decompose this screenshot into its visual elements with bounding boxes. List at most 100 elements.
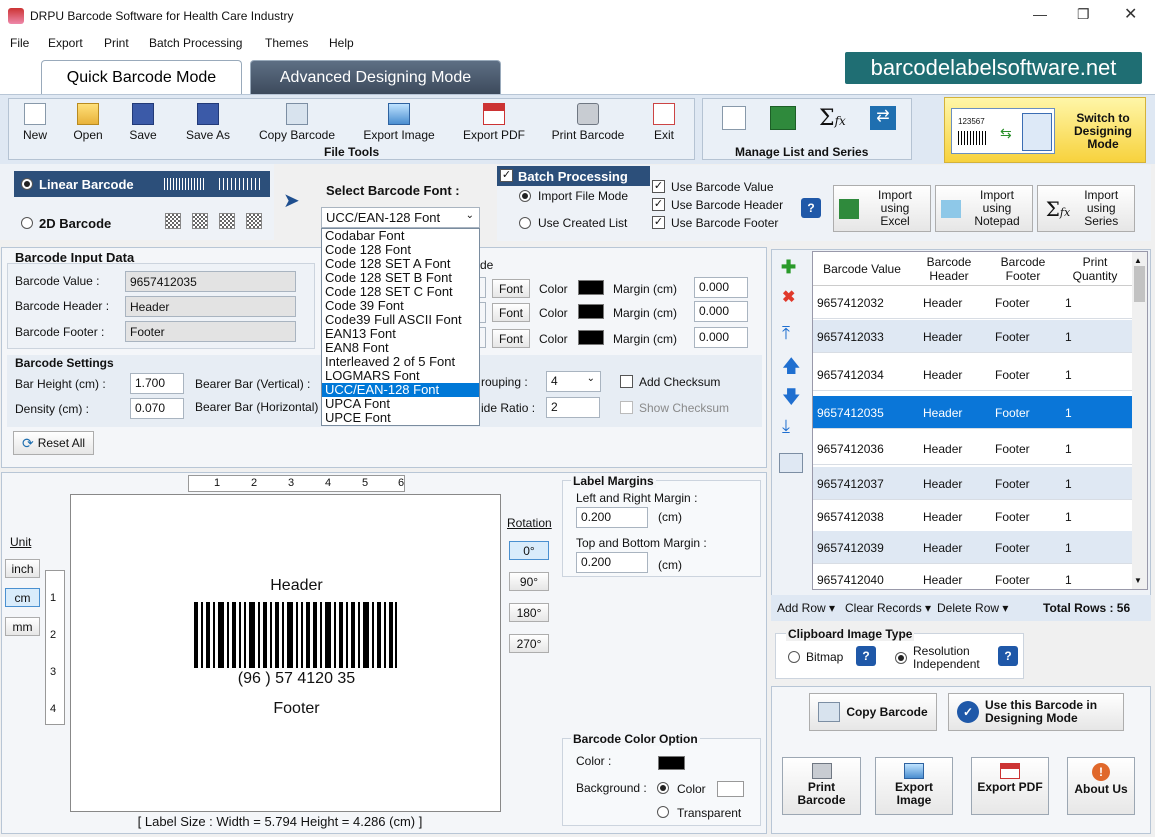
exit-button[interactable]: Exit [650,103,678,142]
copy-barcode-button[interactable]: Copy Barcode [809,693,937,731]
help-icon[interactable]: ? [801,198,821,218]
font-option[interactable]: EAN8 Font [322,341,479,355]
barcode-footer-input[interactable]: Footer [125,321,296,342]
font-option[interactable]: Code 128 SET A Font [322,257,479,271]
table-row[interactable]: 9657412034 Header Footer 1 [813,358,1132,391]
footer-margin-input[interactable]: 0.000 [694,327,748,348]
minimize-icon[interactable]: — [1033,6,1047,22]
scroll-up-icon[interactable]: ▲ [1134,256,1142,265]
col-barcode-header[interactable]: Barcode Header [917,255,981,283]
unit-mm-button[interactable]: mm [5,617,40,636]
print-barcode-button[interactable]: Print Barcode [547,103,629,142]
header-color-swatch[interactable] [578,280,604,295]
menu-help[interactable]: Help [329,36,354,50]
font-option[interactable]: EAN13 Font [322,327,479,341]
font-option[interactable]: Code 128 Font [322,243,479,257]
tb-margin-input[interactable]: 0.200 [576,552,648,573]
save-button[interactable]: Save [126,103,160,142]
export-image-button[interactable]: Export Image [875,757,953,815]
use-value-checkbox[interactable]: ✓ [652,180,665,193]
2d-radio[interactable] [21,217,33,229]
reset-all-button[interactable]: ⟳ Reset All [13,431,94,455]
copy-barcode-button[interactable]: Copy Barcode [254,103,340,142]
unit-cm-button[interactable]: cm [5,588,40,607]
excel-icon[interactable] [770,106,796,130]
font-option[interactable]: Code 128 SET B Font [322,271,479,285]
bitmap-radio[interactable] [788,651,800,663]
clear-records-dropdown[interactable]: Clear Records ▾ [845,601,931,615]
tab-quick-barcode-mode[interactable]: Quick Barcode Mode [41,60,242,94]
save-as-button[interactable]: Save As [181,103,235,142]
value-margin-input[interactable]: 0.000 [694,301,748,322]
use-created-radio[interactable] [519,217,531,229]
density-input[interactable]: 0.070 [130,398,184,419]
col-barcode-value[interactable]: Barcode Value [813,262,911,276]
ratio-input[interactable]: 2 [546,397,600,418]
font-select[interactable]: UCC/EAN-128 Font ⌄ [321,207,480,228]
add-checksum-checkbox[interactable] [620,375,633,388]
import-notepad-button[interactable]: Import using Notepad [935,185,1033,232]
value-font-button[interactable]: Font [492,303,530,322]
grid-scrollbar[interactable]: ▲ ▼ [1132,252,1147,589]
import-excel-button[interactable]: Import using Excel [833,185,931,232]
font-row-input-stub[interactable] [480,327,486,348]
import-series-button[interactable]: Σfx Import using Series [1037,185,1135,232]
barcode-value-input[interactable]: 9657412035 [125,271,296,292]
new-button[interactable]: New [18,103,52,142]
bar-height-input[interactable]: 1.700 [130,373,184,394]
barcode-preview[interactable]: Header (96 ) 57 4120 35 Footer [186,570,407,730]
table-row[interactable]: 9657412032 Header Footer 1 [813,286,1132,319]
table-row[interactable]: 9657412038 Header Footer 1 [813,500,1132,533]
footer-color-swatch[interactable] [578,330,604,345]
export-pdf-button[interactable]: Export PDF [971,757,1049,815]
font-option[interactable]: LOGMARS Font [322,369,479,383]
move-up-icon[interactable]: 🡅 [782,354,801,384]
font-option[interactable]: Code 128 SET C Font [322,285,479,299]
show-checksum-checkbox[interactable] [620,401,633,414]
switch-to-designing-mode-button[interactable]: 123567 ⇆ Switch to Designing Mode [944,97,1146,163]
use-footer-checkbox[interactable]: ✓ [652,216,665,229]
help-icon[interactable]: ? [998,646,1018,666]
grouping-select[interactable]: 4 ⌄ [546,371,601,392]
rotate-90-button[interactable]: 90° [509,572,549,591]
menu-file[interactable]: File [10,36,29,50]
footer-font-button[interactable]: Font [492,329,530,348]
batch-processing-checkbox[interactable]: ✓ [500,169,513,182]
edit-list-icon[interactable] [722,106,746,130]
print-barcode-button[interactable]: Print Barcode [782,757,861,815]
close-icon[interactable]: ✕ [1124,4,1137,24]
table-row[interactable]: 9657412039 Header Footer 1 [813,531,1132,564]
font-option[interactable]: UPCE Font [322,411,479,425]
font-option[interactable]: Code 39 Font [322,299,479,313]
table-row[interactable]: 9657412035 Header Footer 1 [813,396,1132,429]
value-color-swatch[interactable] [578,304,604,319]
move-top-icon[interactable]: ⤒ [782,323,790,344]
rotate-180-button[interactable]: 180° [509,603,549,622]
move-down-icon[interactable]: 🡇 [782,385,801,415]
font-option[interactable]: UPCA Font [322,397,479,411]
col-print-quantity[interactable]: Print Quantity [1065,255,1125,283]
barcode-header-input[interactable]: Header [125,296,296,317]
col-barcode-footer[interactable]: Barcode Footer [991,255,1055,283]
add-icon[interactable]: ✚ [781,257,796,278]
maximize-icon[interactable]: ❐ [1077,6,1090,23]
table-row[interactable]: 9657412040 Header Footer 1 [813,563,1132,596]
font-row-input-stub[interactable] [480,302,486,323]
move-bottom-icon[interactable]: ⤓ [782,416,790,437]
transfer-icon[interactable]: ⇄ [870,106,896,130]
open-button[interactable]: Open [70,103,106,142]
add-row-dropdown[interactable]: Add Row ▾ [777,601,835,615]
linear-radio[interactable] [21,178,33,190]
series-formula-icon[interactable]: Σfx [819,106,846,131]
menu-export[interactable]: Export [48,36,83,50]
barcode-color-swatch[interactable] [658,756,685,770]
font-option[interactable]: Interleaved 2 of 5 Font [322,355,479,369]
header-font-button[interactable]: Font [492,279,530,298]
scroll-down-icon[interactable]: ▼ [1134,576,1142,585]
export-list-icon[interactable] [779,453,803,473]
bg-color-swatch[interactable] [717,781,744,797]
header-margin-input[interactable]: 0.000 [694,277,748,298]
lr-margin-input[interactable]: 0.200 [576,507,648,528]
import-file-radio[interactable] [519,190,531,202]
bg-color-radio[interactable] [657,782,669,794]
